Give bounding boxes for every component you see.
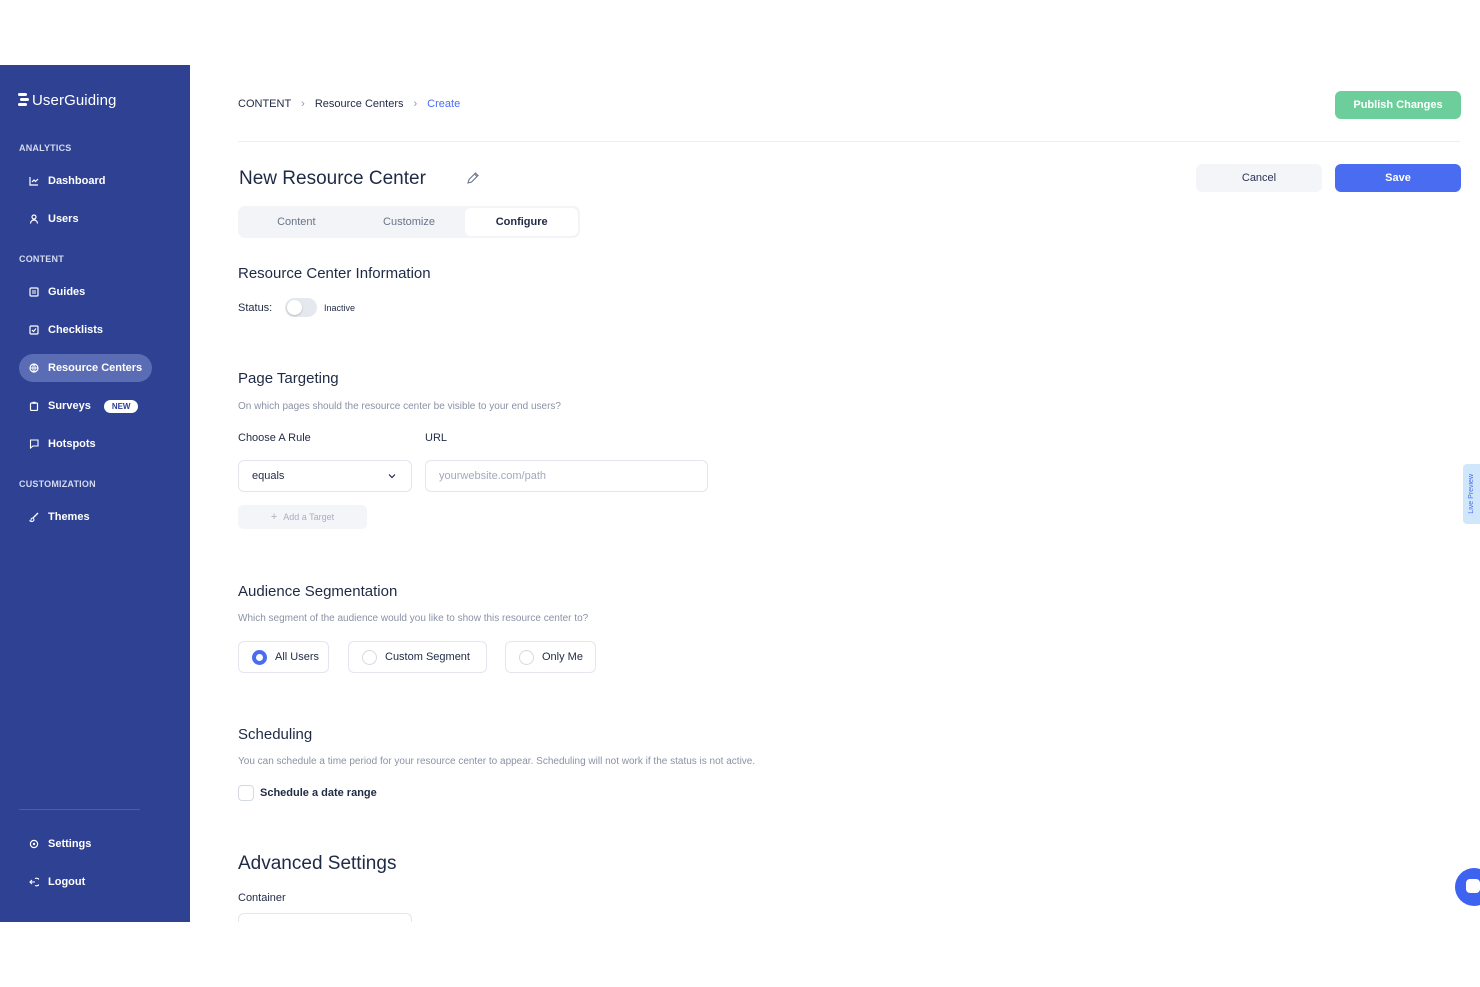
rule-select-value: equals (252, 470, 285, 482)
container-label: Container (238, 892, 286, 904)
targeting-description: On which pages should the resource cente… (238, 401, 561, 412)
scheduling-description: You can schedule a time period for your … (238, 756, 756, 767)
user-icon (29, 214, 39, 224)
sidebar-item-checklists[interactable]: Checklists (19, 316, 103, 344)
add-target-button[interactable]: + Add a Target (238, 505, 367, 529)
breadcrumb-create: Create (427, 98, 461, 110)
url-label: URL (425, 432, 448, 444)
cancel-button[interactable]: Cancel (1196, 164, 1322, 192)
section-content: CONTENT (19, 254, 64, 264)
audience-description: Which segment of the audience would you … (238, 613, 589, 624)
schedule-checkbox[interactable] (238, 785, 254, 801)
radio-only-me[interactable]: Only Me (505, 641, 596, 673)
sidebar-item-label: Guides (48, 286, 86, 298)
app-frame: UserGuiding ANALYTICS Dashboard Users CO… (0, 65, 1480, 922)
section-heading-scheduling: Scheduling (238, 726, 313, 743)
sidebar-item-resource-centers[interactable]: Resource Centers (19, 354, 152, 382)
logout-icon (29, 877, 39, 887)
status-label: Status: (238, 302, 273, 314)
sidebar-item-users[interactable]: Users (19, 205, 79, 233)
plus-icon: + (270, 511, 278, 523)
schedule-checkbox-label: Schedule a date range (260, 787, 377, 799)
logo-icon (18, 91, 29, 109)
radio-label: Custom Segment (385, 651, 470, 663)
sidebar-item-surveys[interactable]: Surveys NEW (19, 392, 139, 420)
rule-label: Choose A Rule (238, 432, 311, 444)
section-heading-info: Resource Center Information (238, 265, 431, 282)
add-target-label: Add a Target (283, 512, 335, 522)
sidebar-item-label: Surveys (48, 400, 91, 412)
sidebar-item-label: Users (48, 213, 79, 225)
brush-icon (29, 512, 39, 522)
sidebar-item-label: Hotspots (48, 438, 96, 450)
radio-dot (362, 649, 377, 665)
publish-changes-button[interactable]: Publish Changes (1335, 91, 1461, 119)
chevron-right-icon: › (413, 98, 418, 110)
live-preview-tab[interactable]: Live Preview (1463, 464, 1480, 524)
sidebar-divider (19, 809, 140, 810)
logo-text: UserGuiding (32, 91, 117, 109)
save-button[interactable]: Save (1335, 164, 1461, 192)
chevron-down-icon (387, 471, 397, 481)
section-analytics: ANALYTICS (19, 143, 72, 153)
logo[interactable]: UserGuiding (18, 91, 116, 109)
sidebar-item-label: Settings (48, 838, 92, 850)
guide-icon (29, 287, 39, 297)
header-divider (238, 141, 1460, 142)
sidebar-item-hotspots[interactable]: Hotspots (19, 430, 96, 458)
radio-dot (519, 649, 534, 665)
tab-content[interactable]: Content (240, 208, 353, 236)
checklist-icon (29, 325, 39, 335)
container-select[interactable] (238, 913, 412, 922)
globe-icon (29, 363, 39, 373)
schedule-checkbox-row[interactable]: Schedule a date range (238, 785, 377, 801)
tab-configure[interactable]: Configure (465, 208, 579, 236)
breadcrumb: CONTENT › Resource Centers › Create (238, 98, 460, 110)
new-badge: NEW (103, 399, 139, 413)
sidebar-item-label: Themes (48, 511, 90, 523)
chat-icon[interactable] (1455, 868, 1480, 906)
radio-label: All Users (275, 651, 320, 663)
radio-custom-segment[interactable]: Custom Segment (348, 641, 487, 673)
rule-select[interactable]: equals (238, 460, 412, 492)
section-heading-targeting: Page Targeting (238, 370, 339, 387)
status-toggle[interactable] (285, 298, 317, 317)
section-heading-advanced: Advanced Settings (238, 853, 397, 874)
sidebar-item-logout[interactable]: Logout (19, 868, 85, 896)
status-value: Inactive (324, 303, 356, 313)
clipboard-icon (29, 401, 39, 411)
radio-dot (252, 649, 267, 665)
url-input[interactable] (425, 460, 708, 492)
page-title: New Resource Center (239, 168, 426, 189)
breadcrumb-content[interactable]: CONTENT (238, 98, 291, 110)
sidebar-item-guides[interactable]: Guides (19, 278, 85, 306)
gear-icon (29, 839, 39, 849)
sidebar-item-themes[interactable]: Themes (19, 503, 90, 531)
breadcrumb-resource-centers[interactable]: Resource Centers (315, 98, 404, 110)
radio-all-users[interactable]: All Users (238, 641, 329, 673)
radio-label: Only Me (542, 651, 583, 663)
section-customization: CUSTOMIZATION (19, 479, 96, 489)
chart-icon (29, 176, 39, 186)
sidebar-item-label: Resource Centers (48, 362, 143, 374)
sidebar-item-dashboard[interactable]: Dashboard (19, 167, 105, 195)
live-preview-label: Live Preview (1468, 474, 1475, 514)
tab-customize[interactable]: Customize (353, 208, 466, 236)
sidebar-item-settings[interactable]: Settings (19, 830, 91, 858)
pencil-icon[interactable] (466, 171, 480, 185)
section-heading-audience: Audience Segmentation (238, 583, 398, 600)
hotspot-icon (29, 439, 39, 449)
sidebar-item-label: Dashboard (48, 175, 106, 187)
chevron-right-icon: › (301, 98, 305, 110)
tab-bar: Content Customize Configure (238, 206, 580, 238)
sidebar-item-label: Logout (48, 876, 86, 888)
sidebar: UserGuiding ANALYTICS Dashboard Users CO… (0, 65, 190, 922)
sidebar-item-label: Checklists (48, 324, 104, 336)
